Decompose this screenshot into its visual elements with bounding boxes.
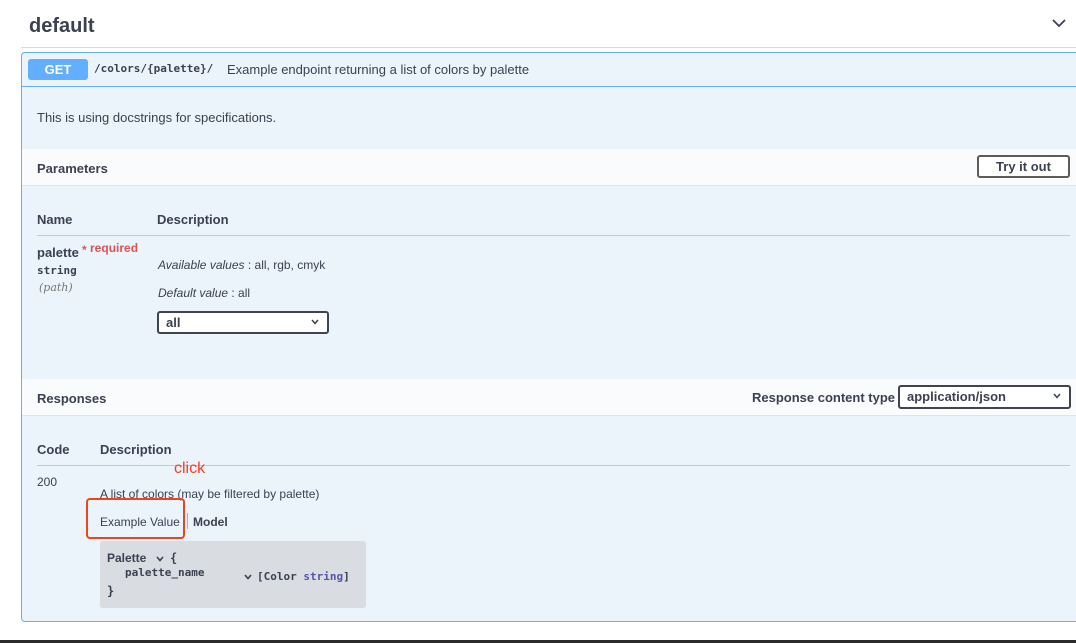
param-type: string xyxy=(37,264,77,277)
tab-model[interactable]: Model xyxy=(193,515,228,529)
model-title[interactable]: Palette xyxy=(107,551,146,565)
model-property: palette_name xyxy=(125,566,205,579)
param-required: * required xyxy=(82,241,139,257)
param-header-divider xyxy=(37,235,1070,236)
palette-select-value: all xyxy=(166,315,181,330)
response-content-type-select[interactable]: application/json xyxy=(898,385,1071,409)
response-col-description: Description xyxy=(100,442,172,457)
palette-select[interactable]: all xyxy=(157,311,329,334)
try-it-out-button[interactable]: Try it out xyxy=(977,155,1070,178)
chevron-down-icon[interactable] xyxy=(156,556,164,562)
model-brace-close: } xyxy=(107,584,115,598)
section-title: default xyxy=(29,15,95,37)
chevron-down-icon[interactable] xyxy=(244,574,252,580)
response-content-type-label: Response content type xyxy=(752,390,896,405)
annotation-highlight-box xyxy=(86,498,185,539)
responses-title: Responses xyxy=(37,391,107,406)
tab-divider xyxy=(187,513,188,529)
model-property-type: [Color string] xyxy=(257,570,350,583)
param-default-value: Default value : all xyxy=(158,286,251,300)
param-available-values: Available values : all, rgb, cmyk xyxy=(158,258,326,272)
response-col-code: Code xyxy=(37,442,70,457)
parameters-header: Parameters Try it out xyxy=(22,149,1076,186)
operation-summary[interactable]: GET /colors/{palette}/ Example endpoint … xyxy=(22,53,1076,87)
response-content-type-value: application/json xyxy=(907,389,1006,404)
operation-path: /colors/{palette}/ xyxy=(94,62,214,75)
chevron-down-icon xyxy=(1053,393,1061,399)
model-box: Palette { palette_name [Color string] } xyxy=(100,541,366,608)
response-code: 200 xyxy=(37,475,58,489)
param-col-name: Name xyxy=(37,212,73,227)
chevron-down-icon xyxy=(311,319,319,325)
method-badge: GET xyxy=(28,59,88,80)
operation-summary-text: Example endpoint returning a list of col… xyxy=(227,62,530,77)
param-name: palette xyxy=(37,245,79,260)
parameters-title: Parameters xyxy=(37,161,108,176)
section-header[interactable]: default xyxy=(21,0,1076,48)
operation-description: This is using docstrings for specificati… xyxy=(37,110,277,125)
param-col-description: Description xyxy=(157,212,229,227)
annotation-click-label: click xyxy=(174,460,206,477)
param-location: (path) xyxy=(39,281,73,294)
chevron-down-icon[interactable] xyxy=(1052,18,1066,28)
model-brace-open: { xyxy=(170,551,178,565)
